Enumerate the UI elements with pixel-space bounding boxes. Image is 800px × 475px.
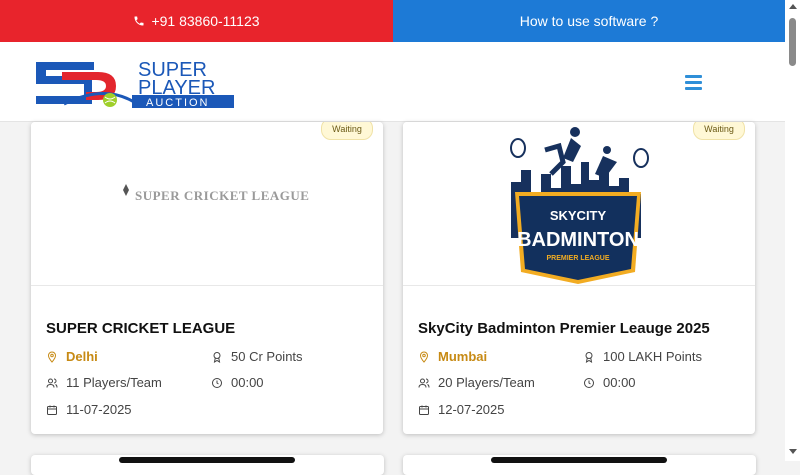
location-pin-icon — [47, 350, 57, 363]
date-text: 11-07-2025 — [66, 402, 132, 417]
league-title: SUPER CRICKET LEAGUE — [46, 320, 236, 337]
league-image: SKYCITY BADMINTON PREMIER LEAGUE — [403, 122, 755, 286]
league-image: SUPER CRICKET LEAGUE — [31, 122, 383, 286]
league-date: 12-07-2025 — [418, 402, 505, 417]
auction-card-partial[interactable] — [403, 455, 756, 475]
site-header: SUPER PLAYER AUCTION — [0, 42, 785, 122]
clock-icon — [212, 377, 222, 388]
date-text: 12-07-2025 — [438, 402, 505, 417]
league-city: Mumbai — [418, 349, 487, 364]
logo-line3: AUCTION — [146, 97, 210, 108]
status-badge: Waiting — [321, 122, 373, 140]
menu-icon[interactable] — [685, 75, 702, 90]
points-text: 100 LAKH Points — [603, 349, 703, 364]
league-date: 11-07-2025 — [46, 402, 132, 417]
phone-number: +91 83860-11123 — [151, 13, 260, 29]
auction-card-partial[interactable] — [31, 455, 384, 475]
league-image-partial — [119, 457, 295, 463]
logo-sub-text: PREMIER LEAGUE — [546, 255, 609, 262]
scroll-up-arrow-icon[interactable] — [789, 4, 797, 9]
time-text: 00:00 — [231, 375, 264, 390]
auction-card[interactable]: SKYCITY BADMINTON PREMIER LEAGUE Waiting… — [403, 122, 755, 434]
auction-card[interactable]: SUPER CRICKET LEAGUE Waiting SUPER CRICK… — [31, 122, 383, 434]
league-image-text: SUPER CRICKET LEAGUE — [135, 188, 309, 203]
top-bar: +91 83860-11123 How to use software ? — [0, 0, 785, 42]
league-points: 50 Cr Points — [211, 349, 303, 364]
page-scrollbar[interactable] — [785, 0, 800, 461]
players-text: 11 Players/Team — [66, 375, 162, 390]
phone-icon — [134, 16, 144, 26]
super-player-auction-logo[interactable]: SUPER PLAYER AUCTION — [34, 54, 234, 108]
league-city: Delhi — [46, 349, 98, 364]
clock-icon — [584, 377, 594, 388]
calendar-icon — [47, 405, 57, 415]
users-icon — [418, 378, 430, 388]
calendar-icon — [419, 405, 429, 415]
league-time: 00:00 — [211, 375, 264, 390]
league-title: SkyCity Badminton Premier Leauge 2025 — [418, 320, 710, 337]
city-name: Delhi — [66, 349, 98, 364]
league-players: 20 Players/Team — [418, 375, 535, 390]
players-text: 20 Players/Team — [438, 375, 535, 390]
points-text: 50 Cr Points — [231, 349, 303, 364]
how-to-use-link[interactable]: How to use software ? — [393, 0, 785, 42]
city-name: Mumbai — [438, 349, 488, 364]
league-time: 00:00 — [583, 375, 636, 390]
time-text: 00:00 — [603, 375, 636, 390]
badminton-league-logo: SKYCITY BADMINTON PREMIER LEAGUE — [510, 127, 649, 284]
league-image-partial — [491, 457, 667, 463]
status-badge: Waiting — [693, 122, 745, 140]
award-icon — [213, 351, 221, 363]
league-logo: SUPER CRICKET LEAGUE — [123, 184, 309, 203]
logo-main-text: BADMINTON — [517, 229, 639, 251]
award-icon — [585, 351, 593, 363]
location-pin-icon — [419, 350, 429, 363]
league-points: 100 LAKH Points — [583, 349, 702, 364]
scroll-thumb[interactable] — [789, 18, 796, 66]
users-icon — [46, 378, 58, 388]
logo-top-text: SKYCITY — [550, 208, 607, 223]
phone-link[interactable]: +91 83860-11123 — [0, 0, 393, 42]
scroll-down-arrow-icon[interactable] — [789, 449, 797, 454]
league-players: 11 Players/Team — [46, 375, 162, 390]
